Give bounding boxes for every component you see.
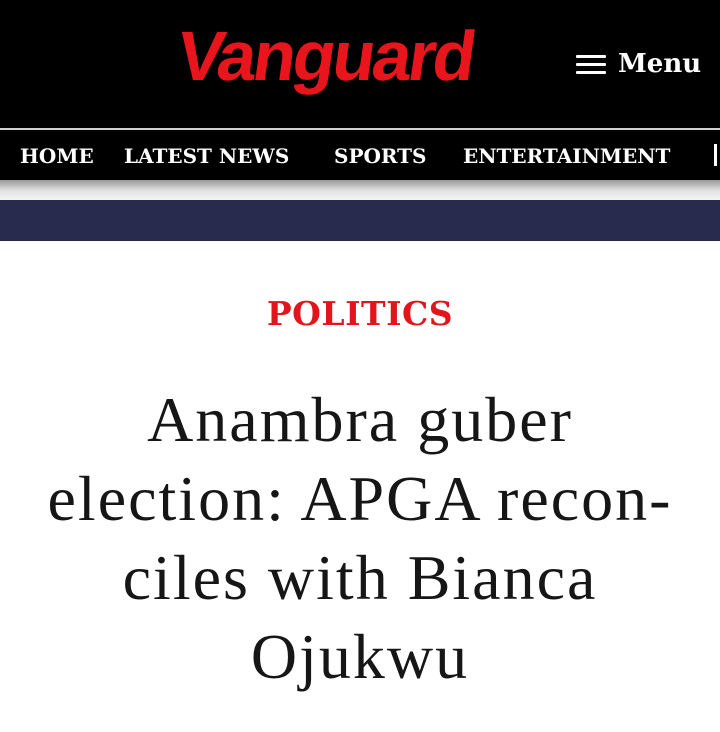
banner-band xyxy=(0,200,720,241)
nav-shadow xyxy=(0,180,720,200)
nav-item-sports[interactable]: SPORTS xyxy=(334,144,427,168)
menu-label: Menu xyxy=(618,49,702,79)
vanguard-logo[interactable]: Vanguard xyxy=(172,16,479,96)
nav-item-latest-news[interactable]: LATEST NEWS xyxy=(124,144,289,168)
nav-item-home[interactable]: HOME xyxy=(20,144,94,168)
headline-line: Ojukwu xyxy=(250,621,470,692)
nav-overflow-item[interactable] xyxy=(714,144,720,166)
masthead: Vanguard Menu xyxy=(0,0,720,128)
headline-line: ciles with Bianca xyxy=(122,542,598,613)
nav-item-entertainment[interactable]: ENTERTAINMENT xyxy=(463,144,670,168)
hamburger-icon xyxy=(576,54,606,74)
article-category[interactable]: POLITICS xyxy=(0,294,720,333)
article-headline: Anambra guber election: APGA recon- cile… xyxy=(0,380,720,696)
headline-line: election: APGA recon- xyxy=(47,463,673,534)
menu-button[interactable]: Menu xyxy=(576,44,701,84)
headline-line: Anambra guber xyxy=(147,384,573,455)
top-nav: HOME LATEST NEWS SPORTS ENTERTAINMENT xyxy=(0,130,720,180)
